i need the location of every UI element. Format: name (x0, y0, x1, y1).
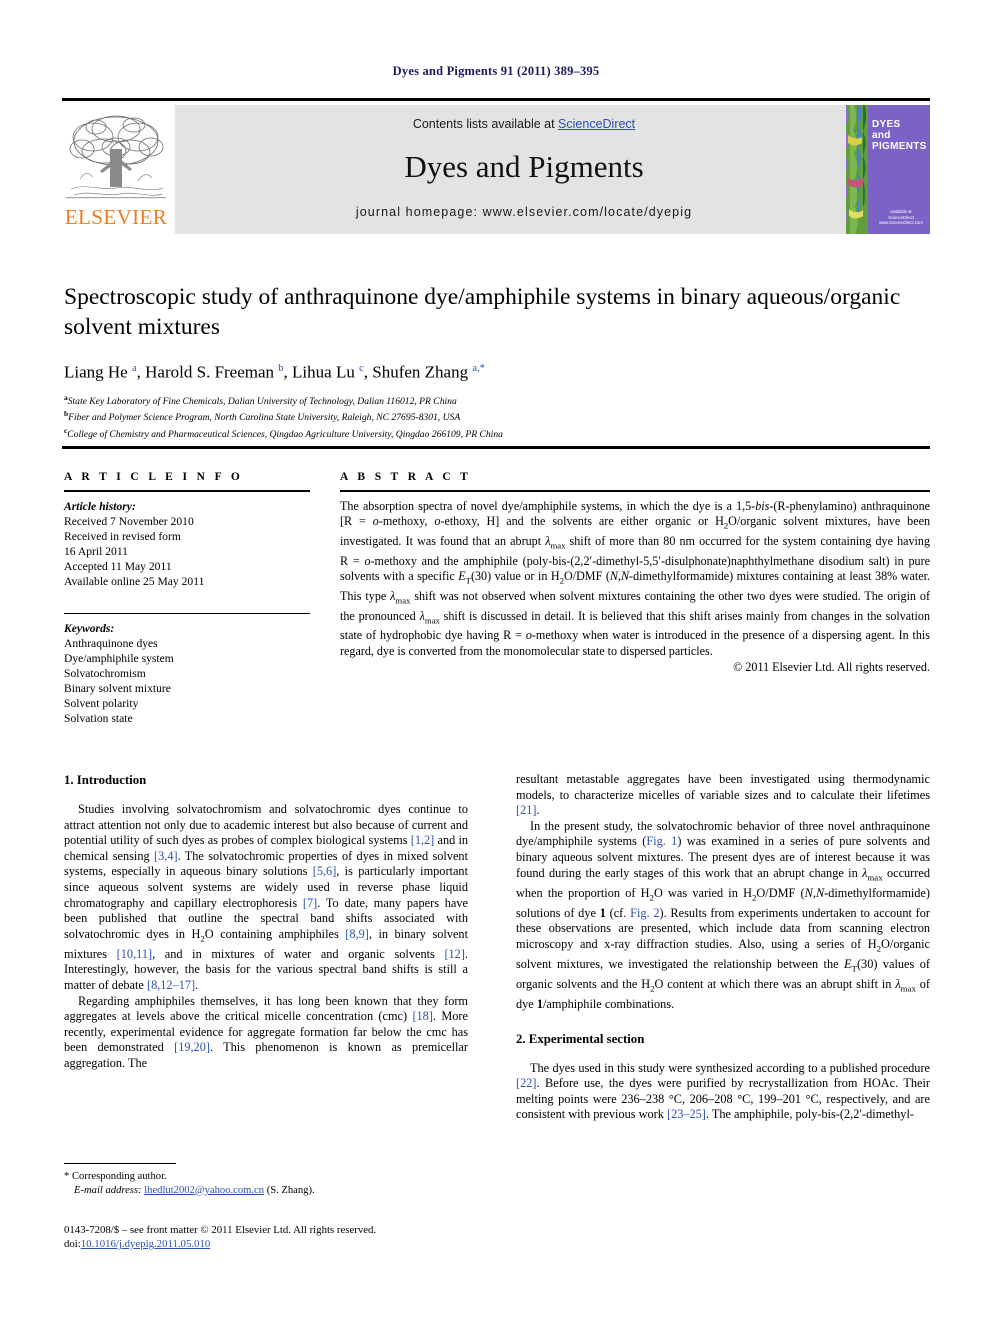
keywords-block: Keywords: Anthraquinone dyes Dye/amphiph… (64, 621, 310, 726)
journal-title: Dyes and Pigments (404, 149, 644, 184)
title-block: Spectroscopic study of anthraquinone dye… (64, 282, 930, 441)
affiliation-item: cCollege of Chemistry and Pharmaceutical… (64, 425, 930, 442)
article-page: Dyes and Pigments 91 (2011) 389–395 ELSE… (0, 0, 992, 1323)
affiliation-item: aState Key Laboratory of Fine Chemicals,… (64, 392, 930, 409)
article-history-label: Article history: (64, 499, 136, 513)
journal-masthead: ELSEVIER Contents lists available at Sci… (62, 98, 930, 234)
journal-homepage-line[interactable]: journal homepage: www.elsevier.com/locat… (175, 205, 873, 219)
history-item: Received in revised form (64, 529, 181, 543)
affiliation-text: College of Chemistry and Pharmaceutical … (67, 429, 503, 441)
keyword-item: Solvatochromism (64, 667, 146, 681)
affiliation-text: State Key Laboratory of Fine Chemicals, … (67, 395, 457, 407)
paragraph-continuation: resultant metastable aggregates have bee… (516, 772, 930, 818)
history-item: 16 April 2011 (64, 544, 128, 558)
paragraph: Regarding amphiphiles themselves, it has… (64, 993, 468, 1070)
doi-line: doi:10.1016/j.dyepig.2011.05.010 (64, 1237, 484, 1251)
keyword-item: Solvation state (64, 712, 133, 726)
history-item: Available online 25 May 2011 (64, 574, 205, 588)
contents-prefix: Contents lists available at (412, 117, 559, 131)
keyword-item: Anthraquinone dyes (64, 637, 158, 651)
cover-title-text: DYES and PIGMENTS (872, 119, 927, 152)
page-footer: 0143-7208/$ – see front matter © 2011 El… (64, 1223, 484, 1251)
contents-available-line: Contents lists available at ScienceDirec… (175, 117, 873, 131)
body-column-left: 1. Introduction Studies involving solvat… (64, 772, 468, 1072)
keywords-label: Keywords: (64, 622, 115, 636)
affiliation-text: Fiber and Polymer Science Program, North… (68, 412, 461, 424)
affiliation-list: aState Key Laboratory of Fine Chemicals,… (64, 392, 930, 442)
keyword-item: Solvent polarity (64, 697, 139, 711)
masthead-band: Contents lists available at ScienceDirec… (175, 105, 873, 234)
corresponding-author-text: * Corresponding author. (64, 1171, 167, 1182)
article-info-heading: A R T I C L E I N F O (64, 471, 244, 483)
history-item: Received 7 November 2010 (64, 514, 194, 528)
cover-footer-text: available at ScienceDirect www.sciencedire… (879, 209, 923, 225)
cover-marble-pattern-icon (846, 105, 868, 234)
masthead-top-rule (62, 98, 930, 101)
history-item: Accepted 11 May 2011 (64, 559, 172, 573)
info-section-top-rule (62, 446, 930, 449)
running-head: Dyes and Pigments 91 (2011) 389–395 (392, 64, 600, 78)
keyword-item: Dye/amphiphile system (64, 652, 174, 666)
corresponding-author-footnote: * Corresponding author. E-mail address: … (64, 1170, 468, 1197)
keyword-item: Binary solvent mixture (64, 682, 171, 696)
issn-line: 0143-7208/$ – see front matter © 2011 El… (64, 1224, 377, 1236)
author-list: Liang He a, Harold S. Freeman b, Lihua L… (64, 362, 485, 382)
paragraph: The dyes used in this study were synthes… (516, 1060, 930, 1122)
section-heading-introduction: 1. Introduction (64, 773, 147, 787)
section-heading-experimental: 2. Experimental section (516, 1031, 645, 1046)
elsevier-wordmark: ELSEVIER (64, 205, 168, 229)
doi-label: doi: (64, 1238, 81, 1250)
sciencedirect-link[interactable]: ScienceDirect (558, 117, 635, 131)
email-line: E-mail address: lhedlut2002@yahoo.com.cn… (64, 1184, 468, 1198)
article-history: Article history: Received 7 November 201… (64, 499, 310, 589)
paragraph: In the present study, the solvatochromic… (516, 818, 931, 1011)
article-info-rule (64, 490, 310, 492)
abstract-copyright: © 2011 Elsevier Ltd. All rights reserved… (733, 660, 930, 675)
abstract-text: The absorption spectra of novel dye/amph… (340, 498, 931, 658)
doi-link[interactable]: 10.1016/j.dyepig.2011.05.010 (81, 1238, 210, 1250)
journal-cover-thumbnail: DYES and PIGMENTS available at ScienceDirec… (846, 105, 930, 234)
abstract-heading: A B S T R A C T (340, 471, 472, 483)
keywords-rule (64, 612, 310, 615)
page-title: Spectroscopic study of anthraquinone dye… (64, 284, 901, 340)
elsevier-logo: ELSEVIER (62, 105, 170, 234)
email-label: E-mail address: (74, 1184, 142, 1196)
abstract-column: A B S T R A C T The absorption spectra o… (340, 471, 930, 676)
affiliation-item: bFiber and Polymer Science Program, Nort… (64, 408, 930, 425)
article-info-column: A R T I C L E I N F O Article history: R… (64, 471, 310, 726)
body-column-right: resultant metastable aggregates have bee… (516, 772, 930, 1123)
paragraph: Studies involving solvatochromism and so… (64, 802, 469, 992)
email-link[interactable]: lhedlut2002@yahoo.com.cn (144, 1185, 264, 1196)
elsevier-tree-icon (66, 115, 166, 199)
footnote-rule (64, 1163, 176, 1165)
abstract-rule (340, 490, 930, 492)
email-owner: (S. Zhang). (266, 1184, 315, 1196)
